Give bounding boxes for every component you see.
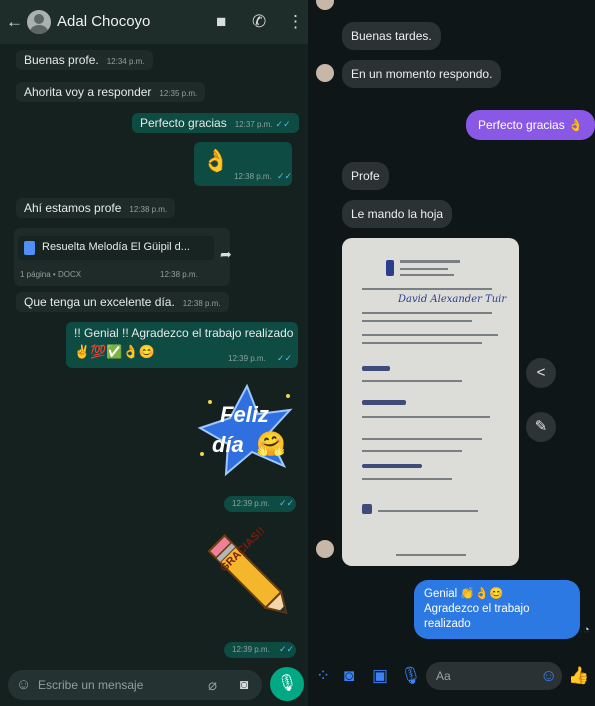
message-time: 12:39 p.m. <box>228 354 266 363</box>
photo-line <box>362 438 482 440</box>
photo-line <box>400 268 448 270</box>
message-outgoing: Genial 👏👌😊 Agradezco el trabajo realizad… <box>414 580 580 639</box>
photo-scribble <box>362 400 406 405</box>
document-photo[interactable]: David Alexander Tuir <box>342 238 519 566</box>
share-button[interactable]: < <box>526 358 556 388</box>
photo-line <box>378 510 478 512</box>
sticker-time-pill: 12:39 p.m. ✓✓ <box>224 642 296 658</box>
gallery-icon[interactable]: ▣ <box>372 666 388 686</box>
photo-scribble <box>362 464 422 468</box>
sticker-text-line1: Feliz <box>220 402 269 427</box>
seen-status-icon: ◔ <box>583 624 590 636</box>
attach-icon[interactable]: ⌀ <box>208 676 217 694</box>
message-incoming: Profe <box>342 162 389 190</box>
message-time: 12:39 p.m. <box>232 645 270 654</box>
message-outgoing: !! Genial !! Agradezco el trabajo realiz… <box>66 322 298 368</box>
photo-logo <box>386 260 394 276</box>
contact-name[interactable]: Adal Chocoyo <box>57 13 150 30</box>
double-check-icon: ✓✓ <box>279 498 295 508</box>
message-incoming: En un momento respondo. <box>342 60 502 88</box>
photo-line <box>362 320 472 322</box>
photo-line <box>362 312 492 314</box>
docx-file-icon <box>24 241 35 255</box>
messenger-placeholder[interactable]: Aa <box>436 669 451 683</box>
forward-icon[interactable]: ➦ <box>220 246 232 263</box>
message-incoming: Buenas tardes. <box>342 22 441 50</box>
apps-grid-icon[interactable]: ⁘ <box>316 666 330 686</box>
contact-avatar[interactable] <box>27 10 51 34</box>
message-text: Que tenga un excelente día. <box>24 295 175 309</box>
message-time: 12:34 p.m. <box>106 57 145 66</box>
sticker-gracias-pencil[interactable]: GRACIAS!! <box>204 525 296 630</box>
camera-icon[interactable]: ◙ <box>344 666 354 686</box>
photo-line <box>362 478 452 480</box>
double-check-icon: ✓✓ <box>277 353 293 363</box>
pencil-edit-icon: ✎ <box>534 418 548 435</box>
double-check-icon: ✓✓ <box>279 644 295 654</box>
hugging-face-icon: 🤗 <box>256 431 286 458</box>
message-time: 12:38 p.m. <box>129 205 168 214</box>
message-incoming: Que tenga un excelente día. 12:38 p.m. <box>16 292 229 312</box>
like-icon[interactable]: 👍 <box>568 666 589 686</box>
sticker-time-pill: 12:39 p.m. ✓✓ <box>224 496 296 512</box>
emoji-icon[interactable]: ☺ <box>16 676 31 693</box>
sticker-feliz-dia[interactable]: Feliz día 🤗 <box>196 383 298 480</box>
edit-button[interactable]: ✎ <box>526 412 556 442</box>
message-text: Ahí estamos profe <box>24 201 122 215</box>
message-text: !! Genial !! Agradezco el trabajo realiz… <box>74 326 294 340</box>
message-time: 12:37 p.m. <box>234 120 273 129</box>
message-incoming: Buenas profe. 12:34 p.m. <box>16 50 153 70</box>
video-call-icon[interactable]: ■ <box>216 12 226 32</box>
photo-line <box>362 334 498 336</box>
message-text: Buenas profe. <box>24 53 99 67</box>
sticker-text-line2: día <box>212 432 244 457</box>
message-time: 12:39 p.m. <box>232 499 270 508</box>
message-incoming: Le mando la hoja <box>342 200 453 228</box>
message-line1: Genial 👏👌😊 <box>424 588 504 600</box>
photo-scribble <box>362 366 390 371</box>
message-emojis: ✌️💯✅👌😊 <box>74 344 155 359</box>
document-time: 12:38 p.m. <box>160 270 198 279</box>
message-placeholder[interactable]: Escribe un mensaje <box>38 678 143 692</box>
document-name: Resuelta Melodía El Güipil d... <box>42 241 190 253</box>
message-outgoing: Perfecto gracias 👌 <box>466 110 595 140</box>
message-time: 12:35 p.m. <box>159 89 198 98</box>
photo-line <box>396 554 466 556</box>
photo-line <box>362 288 492 290</box>
emoji-icon[interactable]: ☺ <box>540 666 557 686</box>
message-incoming: Ahí estamos profe 12:38 p.m. <box>16 198 176 218</box>
document-info: 1 página • DOCX <box>20 270 82 279</box>
message-outgoing: Perfecto gracias 12:37 p.m. ✓✓ <box>132 113 299 133</box>
mic-icon: 🎙 <box>276 675 298 692</box>
double-check-icon: ✓✓ <box>275 119 291 129</box>
message-incoming: Ahorita voy a responder 12:35 p.m. <box>16 82 206 102</box>
photo-line <box>400 260 460 263</box>
sender-avatar <box>316 64 334 82</box>
camera-icon[interactable]: ◙ <box>240 676 248 692</box>
photo-line <box>362 450 462 452</box>
photo-scribble <box>362 504 372 514</box>
double-check-icon: ✓✓ <box>277 171 293 181</box>
phone-icon[interactable]: ✆ <box>252 12 266 32</box>
sender-avatar <box>316 540 334 558</box>
back-arrow-icon[interactable]: ← <box>6 12 23 32</box>
mic-button[interactable]: 🎙 <box>270 667 304 701</box>
share-icon: < <box>536 364 546 381</box>
message-outgoing-emoji: 👌 12:38 p.m. ✓✓ <box>194 142 292 186</box>
message-text: Ahorita voy a responder <box>24 85 152 99</box>
more-vert-icon[interactable]: ⋮ <box>287 12 304 32</box>
photo-line <box>362 342 482 344</box>
message-line2: Agradezco el trabajo realizado <box>424 603 530 630</box>
photo-line <box>400 274 454 276</box>
photo-line <box>362 380 462 382</box>
photo-line <box>362 416 490 418</box>
message-text: 👌 <box>202 148 230 173</box>
message-time: 12:38 p.m. <box>234 172 272 181</box>
photo-signature: David Alexander Tuir <box>398 294 507 305</box>
message-time: 12:38 p.m. <box>182 299 221 308</box>
message-text: Perfecto gracias <box>140 116 227 130</box>
mic-icon[interactable]: 🎙 <box>400 666 422 686</box>
